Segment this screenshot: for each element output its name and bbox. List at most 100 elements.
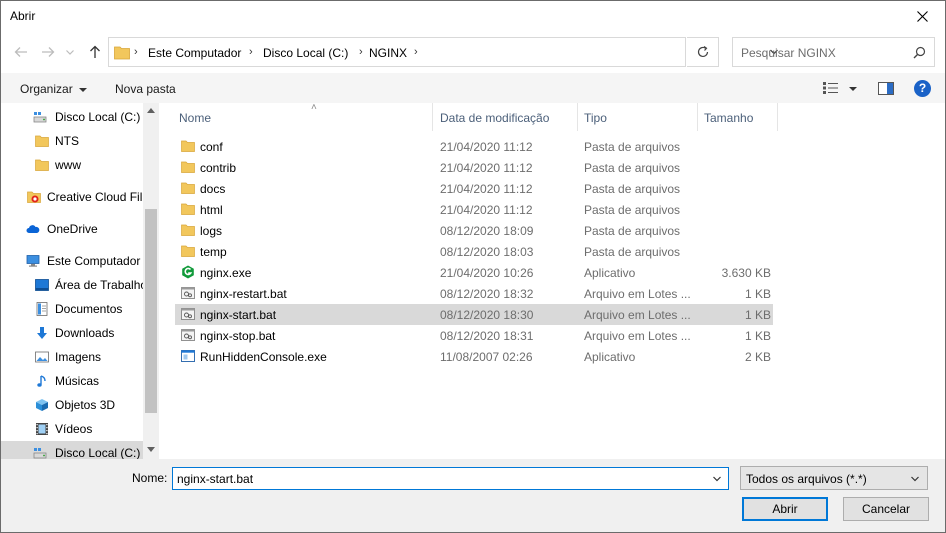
sidebar-item-videos[interactable]: Vídeos <box>1 417 143 441</box>
sidebar-item-label: Músicas <box>55 374 100 388</box>
sidebar-item-label: Documentos <box>55 302 123 316</box>
caret-down-icon[interactable] <box>849 87 857 91</box>
cube-icon <box>36 399 48 411</box>
file-modified: 21/04/2020 11:12 <box>440 161 533 175</box>
sidebar-item-creative-cloud[interactable]: Creative Cloud Fil <box>1 185 143 209</box>
file-type-filter[interactable]: Todos os arquivos (*.*) <box>740 466 928 490</box>
folder-icon <box>181 224 195 236</box>
sidebar-item-disco-local[interactable]: Disco Local (C:) <box>1 105 143 129</box>
breadcrumb-separator: › <box>249 46 253 58</box>
open-button[interactable]: Abrir <box>742 497 828 521</box>
address-bar[interactable]: › Este Computador › Disco Local (C:) › N… <box>108 37 778 67</box>
file-row-runhiddenconsole-exe[interactable]: RunHiddenConsole.exe 11/08/2007 02:26 Ap… <box>175 346 773 367</box>
column-header-modified[interactable]: Data de modificação <box>434 103 578 131</box>
breadcrumb-disco-local[interactable]: Disco Local (C:) <box>263 46 348 60</box>
file-row-nginx-stop-bat[interactable]: nginx-stop.bat 08/12/2020 18:31 Arquivo … <box>175 325 773 346</box>
file-type: Arquivo em Lotes ... <box>584 287 691 301</box>
search-box[interactable]: Pesquisar NGINX <box>732 37 935 67</box>
search-input[interactable]: Pesquisar NGINX <box>741 46 836 60</box>
sidebar-item-label: Downloads <box>55 326 115 340</box>
file-type: Pasta de arquivos <box>584 161 681 175</box>
file-name: docs <box>200 182 226 196</box>
file-size: 2 KB <box>744 350 771 364</box>
help-icon[interactable]: ? <box>914 80 931 97</box>
sidebar-item-downloads[interactable]: Downloads <box>1 321 143 345</box>
sidebar-item-disco-local-selected[interactable]: Disco Local (C:) <box>1 441 143 459</box>
documents-icon <box>36 302 48 316</box>
forward-button[interactable] <box>38 43 58 61</box>
sidebar-item-objetos-3d[interactable]: Objetos 3D <box>1 393 143 417</box>
breadcrumb-nginx[interactable]: NGINX <box>369 46 407 60</box>
bat-icon <box>181 329 195 341</box>
drive-icon <box>33 448 47 459</box>
sidebar-item-www[interactable]: www <box>1 153 143 177</box>
sidebar-item-area-de-trabalho[interactable]: Área de Trabalho <box>1 273 143 297</box>
creative-cloud-icon <box>27 191 41 203</box>
file-modified: 08/12/2020 18:09 <box>440 224 534 238</box>
arrow-right-icon <box>42 47 55 57</box>
app-icon <box>181 350 195 362</box>
back-button[interactable] <box>11 43 31 61</box>
sidebar-scrollbar[interactable] <box>143 103 159 459</box>
music-icon <box>37 375 46 387</box>
file-row-contrib[interactable]: contrib 21/04/2020 11:12 Pasta de arquiv… <box>175 157 773 178</box>
cancel-button[interactable]: Cancelar <box>843 497 929 521</box>
recent-locations-button[interactable] <box>63 43 77 61</box>
folder-icon <box>181 245 195 257</box>
nginx-icon <box>182 265 194 279</box>
sidebar-item-onedrive[interactable]: OneDrive <box>1 217 143 241</box>
sidebar-item-label: Vídeos <box>55 422 93 436</box>
sidebar-item-este-computador[interactable]: Este Computador <box>1 249 143 273</box>
file-row-logs[interactable]: logs 08/12/2020 18:09 Pasta de arquivos <box>175 220 773 241</box>
file-type: Pasta de arquivos <box>584 245 681 259</box>
file-size: 3.630 KB <box>721 266 771 280</box>
refresh-button[interactable] <box>687 37 719 67</box>
view-options-icon[interactable] <box>823 82 839 94</box>
breadcrumb-este-computador[interactable]: Este Computador <box>148 46 241 60</box>
file-type: Pasta de arquivos <box>584 182 681 196</box>
file-row-temp[interactable]: temp 08/12/2020 18:03 Pasta de arquivos <box>175 241 773 262</box>
file-type-filter-value: Todos os arquivos (*.*) <box>746 472 867 486</box>
file-modified: 21/04/2020 10:26 <box>440 266 534 280</box>
organize-button[interactable]: Organizar <box>20 82 87 96</box>
file-row-nginx-exe[interactable]: nginx.exe 21/04/2020 10:26 Aplicativo 3.… <box>175 262 773 283</box>
up-button[interactable] <box>85 43 105 61</box>
sort-ascending-icon: ˄ <box>311 102 317 113</box>
sidebar-item-nts[interactable]: NTS <box>1 129 143 153</box>
column-header-type[interactable]: Tipo <box>578 103 698 131</box>
chevron-down-icon <box>911 476 919 482</box>
file-type: Arquivo em Lotes ... <box>584 308 691 322</box>
file-row-conf[interactable]: conf 21/04/2020 11:12 Pasta de arquivos <box>175 136 773 157</box>
file-type: Pasta de arquivos <box>584 203 681 217</box>
sidebar-item-label: Disco Local (C:) <box>55 446 141 459</box>
desktop-icon <box>35 279 49 291</box>
scroll-down-icon[interactable] <box>147 447 155 452</box>
sidebar-item-musicas[interactable]: Músicas <box>1 369 143 393</box>
open-file-dialog: Abrir › Este Computador › Disco Local (C… <box>0 0 946 533</box>
file-row-nginx-restart-bat[interactable]: nginx-restart.bat 08/12/2020 18:32 Arqui… <box>175 283 773 304</box>
arrow-left-icon <box>14 47 27 57</box>
refresh-icon <box>697 46 708 58</box>
window-title: Abrir <box>10 9 36 23</box>
filename-input[interactable]: nginx-start.bat <box>172 467 729 490</box>
column-header-size[interactable]: Tamanho <box>698 103 778 131</box>
column-header-name[interactable]: ˄ Nome <box>173 102 433 131</box>
folder-icon <box>181 140 195 152</box>
file-row-docs[interactable]: docs 21/04/2020 11:12 Pasta de arquivos <box>175 178 773 199</box>
new-folder-button[interactable]: Nova pasta <box>115 82 176 96</box>
file-row-html[interactable]: html 21/04/2020 11:12 Pasta de arquivos <box>175 199 773 220</box>
sidebar-item-imagens[interactable]: Imagens <box>1 345 143 369</box>
scroll-thumb[interactable] <box>145 209 157 413</box>
scroll-up-icon[interactable] <box>147 108 155 113</box>
column-header-label: Tamanho <box>704 111 754 125</box>
organize-label: Organizar <box>20 82 73 96</box>
drive-icon <box>33 112 47 123</box>
preview-pane-icon[interactable] <box>878 82 894 95</box>
bat-icon <box>181 308 195 320</box>
close-button[interactable] <box>899 1 945 31</box>
chevron-down-icon[interactable] <box>712 474 722 484</box>
file-row-nginx-start-bat[interactable]: nginx-start.bat 08/12/2020 18:30 Arquivo… <box>175 304 773 325</box>
sidebar-item-documentos[interactable]: Documentos <box>1 297 143 321</box>
folder-icon <box>181 182 195 194</box>
file-modified: 21/04/2020 11:12 <box>440 203 533 217</box>
